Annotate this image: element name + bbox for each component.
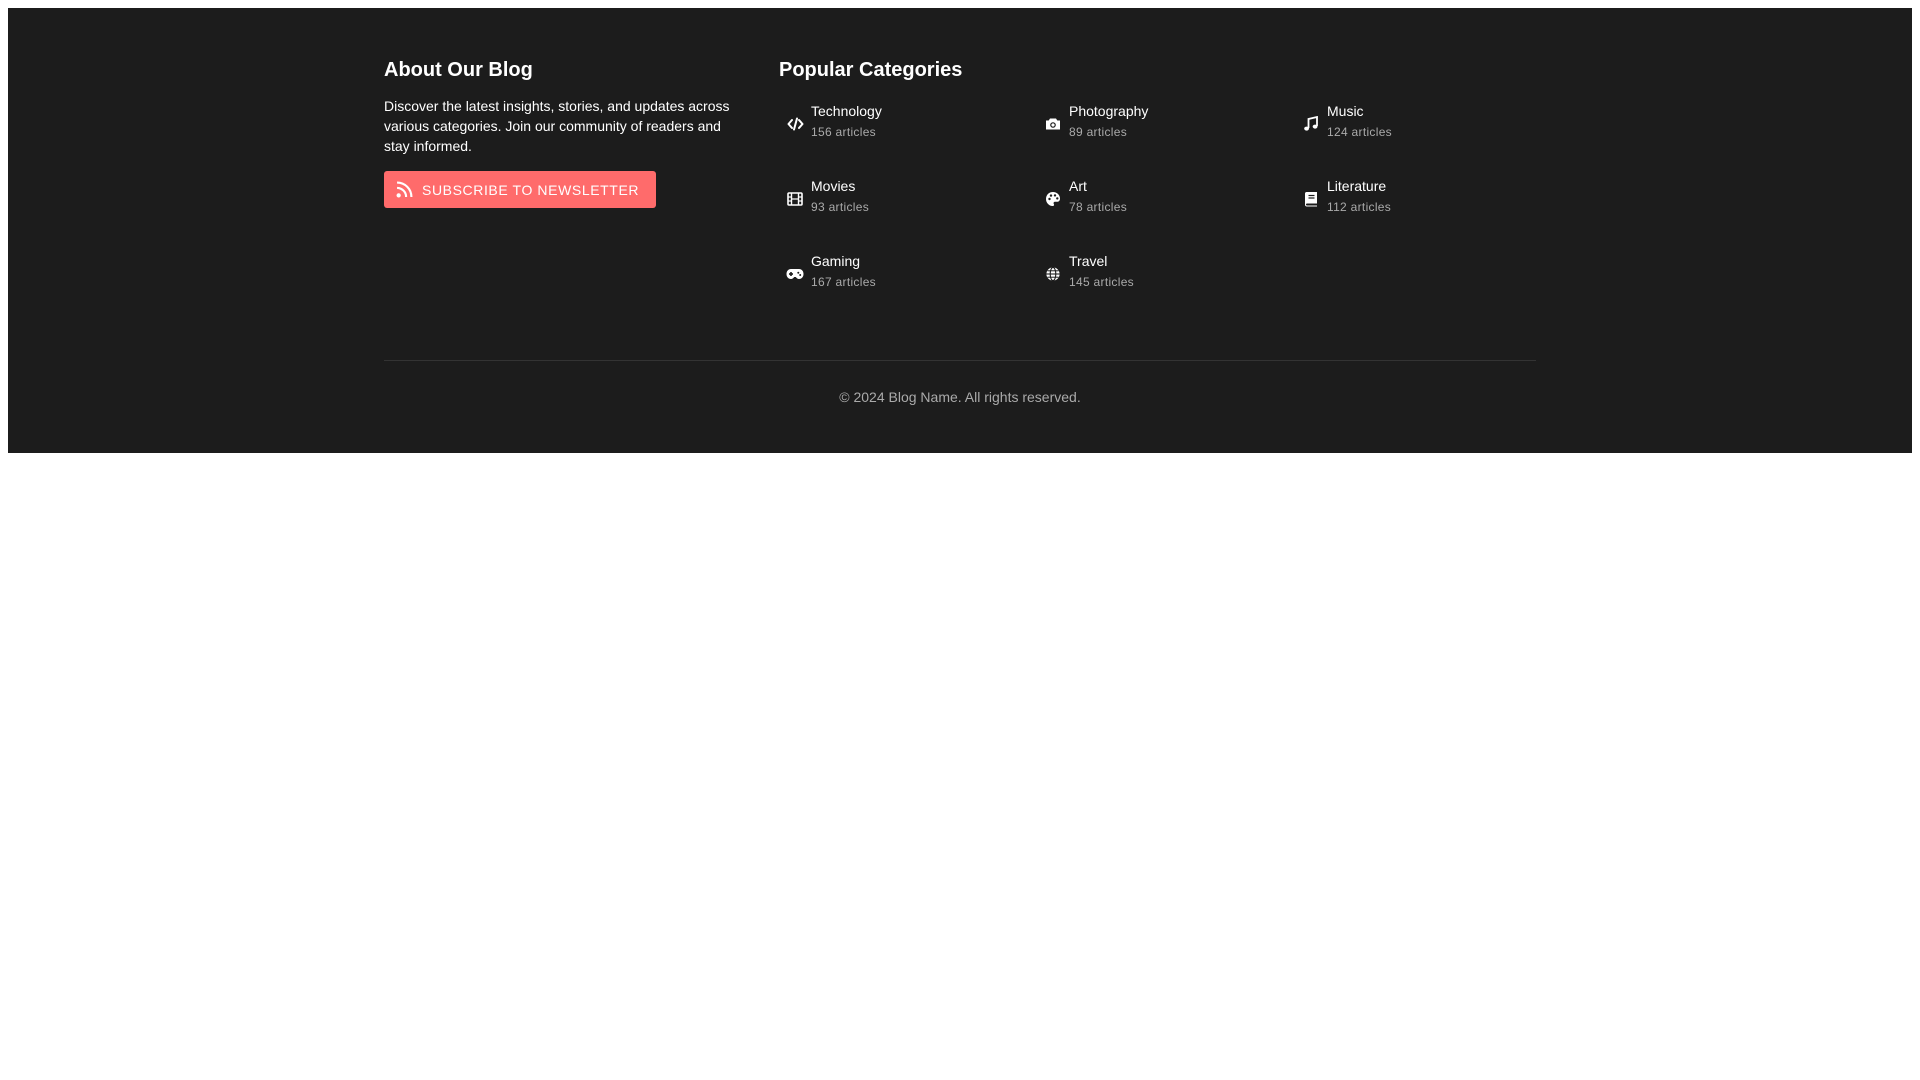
music-note-icon	[1302, 115, 1320, 133]
category-name: Technology	[811, 103, 882, 119]
subscribe-button[interactable]: SUBSCRIBE TO NEWSLETTER	[384, 171, 657, 208]
category-movies[interactable]: Movies 93 articles	[779, 173, 1019, 233]
category-music[interactable]: Music 124 articles	[1295, 98, 1535, 158]
categories-title: Popular Categories	[779, 59, 963, 81]
subscribe-button-label: SUBSCRIBE TO NEWSLETTER	[422, 181, 640, 198]
gamepad-icon	[786, 265, 804, 283]
category-name: Travel	[1069, 253, 1108, 269]
footer-divider	[384, 360, 1536, 361]
category-count: 112 articles	[1327, 200, 1392, 214]
about-description: Discover the latest insights, stories, a…	[384, 98, 730, 154]
category-count: 145 articles	[1069, 275, 1134, 289]
category-name: Literature	[1327, 178, 1387, 194]
category-count: 93 articles	[811, 200, 869, 214]
site-footer: About Our Blog Discover the latest insig…	[8, 8, 1912, 453]
category-photography[interactable]: Photography 89 articles	[1037, 98, 1277, 158]
category-name: Gaming	[811, 253, 861, 269]
category-literature[interactable]: Literature 112 articles	[1295, 173, 1535, 233]
category-count: 78 articles	[1069, 200, 1127, 214]
about-title: About Our Blog	[384, 59, 533, 81]
palette-icon	[1044, 190, 1062, 208]
categories-grid: Technology 156 articles Photography 89 a…	[779, 98, 1536, 323]
about-section: About Our Blog Discover the latest insig…	[384, 58, 756, 208]
category-name: Movies	[811, 178, 856, 194]
category-count: 124 articles	[1327, 125, 1392, 139]
category-name: Photography	[1069, 103, 1149, 119]
category-name: Music	[1327, 103, 1364, 119]
category-count: 156 articles	[811, 125, 876, 139]
footer-container: About Our Blog Discover the latest insig…	[384, 8, 1536, 453]
categories-section: Popular Categories Technology 156 articl…	[779, 58, 1536, 323]
copyright-text: © 2024 Blog Name. All rights reserved.	[839, 389, 1081, 405]
rss-icon	[396, 181, 413, 198]
film-icon	[786, 190, 804, 208]
category-travel[interactable]: Travel 145 articles	[1037, 248, 1277, 308]
category-technology[interactable]: Technology 156 articles	[779, 98, 1019, 158]
code-icon	[786, 115, 804, 133]
category-name: Art	[1069, 178, 1087, 194]
category-art[interactable]: Art 78 articles	[1037, 173, 1277, 233]
category-count: 167 articles	[811, 275, 876, 289]
camera-icon	[1044, 115, 1062, 133]
category-gaming[interactable]: Gaming 167 articles	[779, 248, 1019, 308]
globe-icon	[1044, 265, 1062, 283]
book-icon	[1302, 190, 1320, 208]
category-count: 89 articles	[1069, 125, 1127, 139]
